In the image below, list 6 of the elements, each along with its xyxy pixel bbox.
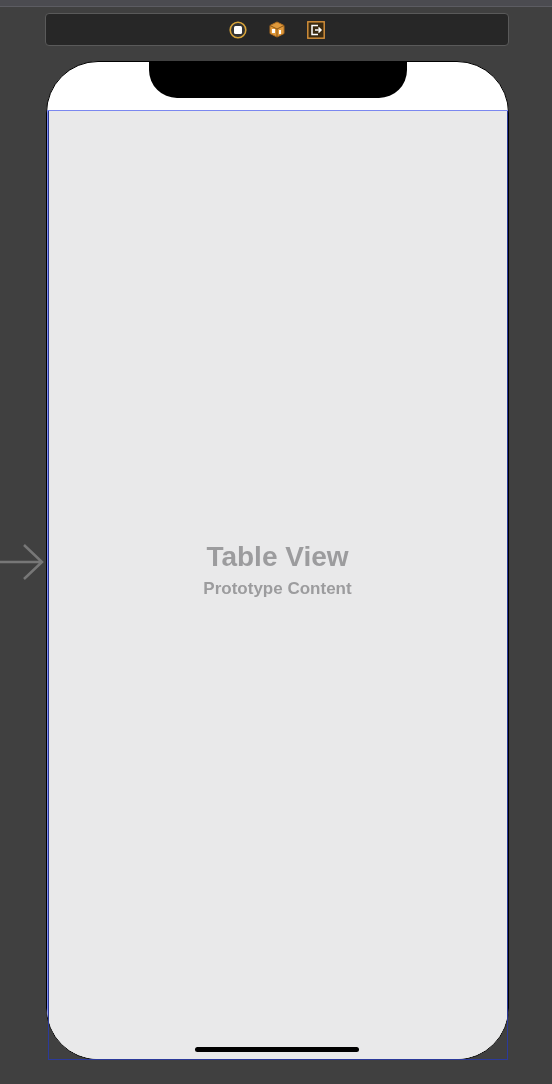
view-controller-icon[interactable]: [229, 20, 247, 39]
table-view-subtitle: Prototype Content: [203, 578, 352, 600]
exit-icon[interactable]: [307, 20, 325, 39]
cube-icon[interactable]: [269, 21, 285, 38]
table-view-title: Table View: [206, 540, 349, 574]
entry-arrow-icon: [0, 544, 44, 580]
